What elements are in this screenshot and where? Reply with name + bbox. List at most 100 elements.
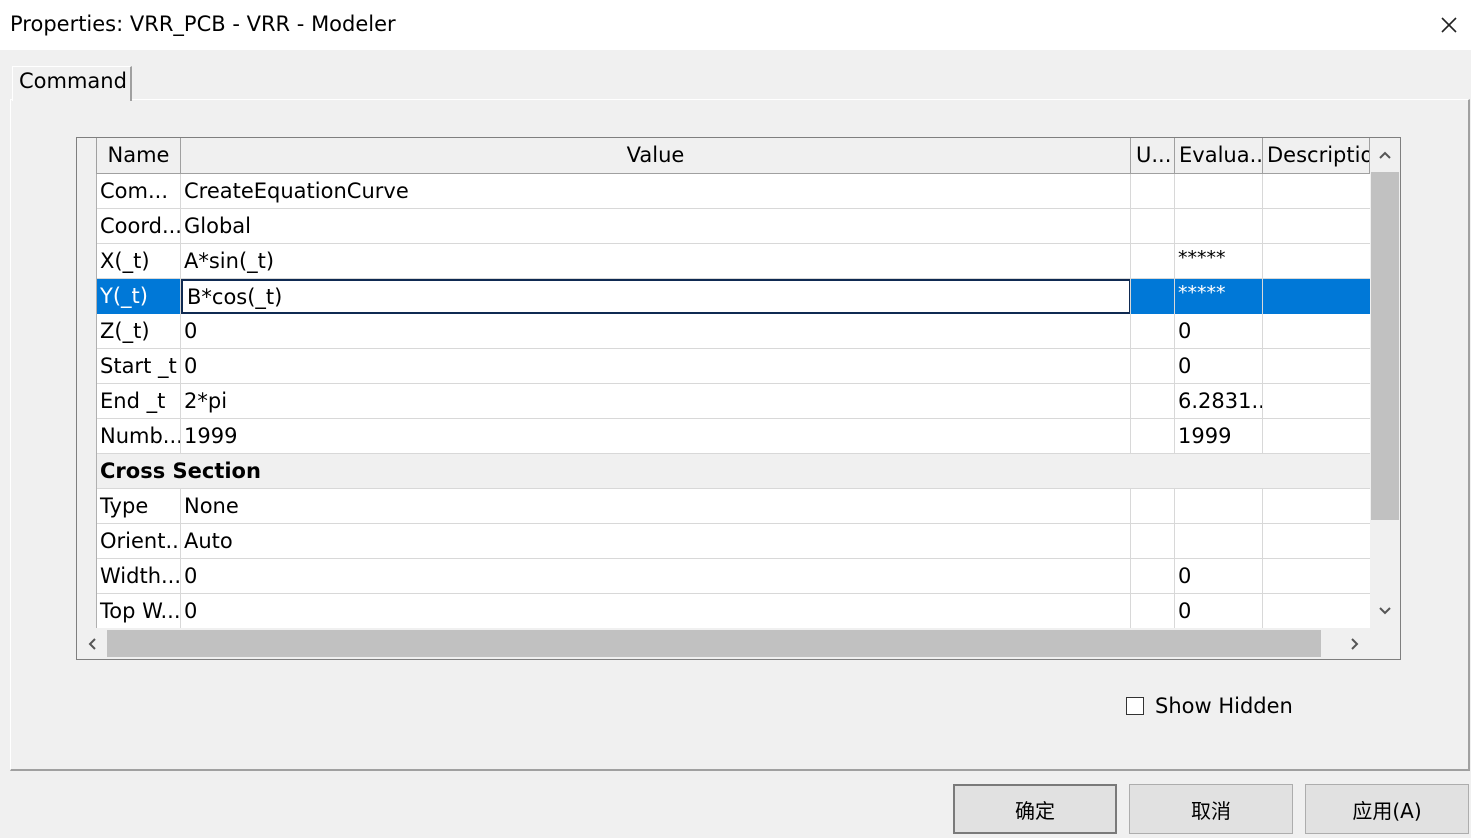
column-header-unit[interactable]: U... [1131,138,1175,174]
cell-description[interactable] [1263,279,1370,314]
row-header[interactable] [77,244,97,279]
table-row[interactable]: Orient... Auto [77,524,1370,559]
cell-name[interactable]: Numb... [97,419,181,454]
cell-value[interactable]: A*sin(_t) [181,244,1131,279]
ok-button[interactable]: 确定 [953,784,1117,834]
close-button[interactable] [1427,0,1471,50]
table-row[interactable]: Coord... Global [77,209,1370,244]
checkbox-box[interactable] [1126,697,1144,715]
row-header[interactable] [77,594,97,628]
cell-name[interactable]: Coord... [97,209,181,244]
tab-command[interactable]: Command [12,66,132,101]
show-hidden-label[interactable]: Show Hidden [1155,694,1293,718]
cell-value[interactable]: 0 [181,559,1131,594]
show-hidden-checkbox[interactable]: Show Hidden [1126,692,1293,720]
cell-description[interactable] [1263,524,1370,559]
cell-description[interactable] [1263,349,1370,384]
cell-unit[interactable] [1131,314,1175,349]
cell-value[interactable]: 0 [181,314,1131,349]
row-header[interactable] [77,524,97,559]
table-row[interactable]: Start _t 0 0 [77,349,1370,384]
cell-name[interactable]: Type [97,489,181,524]
scroll-down-button[interactable] [1370,594,1400,628]
cell-name[interactable]: X(_t) [97,244,181,279]
vertical-scrollbar[interactable] [1370,138,1400,628]
table-row[interactable]: End _t 2*pi 6.2831... [77,384,1370,419]
cell-unit[interactable] [1131,559,1175,594]
cell-unit[interactable] [1131,244,1175,279]
cell-name[interactable]: Y(_t) [97,279,181,314]
cell-value[interactable]: 2*pi [181,384,1131,419]
column-header-evaluated[interactable]: Evalua... [1175,138,1263,174]
scroll-right-button[interactable] [1340,628,1370,659]
cell-description[interactable] [1263,559,1370,594]
table-row[interactable]: Type None [77,489,1370,524]
row-header[interactable] [77,489,97,524]
row-header[interactable] [77,314,97,349]
row-header[interactable] [77,384,97,419]
cell-unit[interactable] [1131,349,1175,384]
cell-value[interactable]: 0 [181,594,1131,628]
cell-description[interactable] [1263,209,1370,244]
cell-value[interactable]: None [181,489,1131,524]
cell-value[interactable] [181,279,1131,314]
row-header[interactable] [77,419,97,454]
cell-value[interactable]: 1999 [181,419,1131,454]
table-row[interactable]: Top W... 0 0 [77,594,1370,628]
row-header[interactable] [77,174,97,209]
horizontal-scrollbar[interactable] [77,628,1370,659]
table-row[interactable]: Width... 0 0 [77,559,1370,594]
cell-unit[interactable] [1131,209,1175,244]
horizontal-scroll-thumb[interactable] [107,630,1321,657]
cell-unit[interactable] [1131,594,1175,628]
row-header[interactable] [77,349,97,384]
cell-evaluated: 0 [1175,314,1263,349]
cell-value[interactable]: Global [181,209,1131,244]
cell-description[interactable] [1263,174,1370,209]
cell-description[interactable] [1263,314,1370,349]
cell-name[interactable]: End _t [97,384,181,419]
cell-description[interactable] [1263,594,1370,628]
row-header[interactable] [77,454,97,489]
cell-description[interactable] [1263,489,1370,524]
cell-name[interactable]: Width... [97,559,181,594]
scroll-up-button[interactable] [1370,138,1400,172]
cell-description[interactable] [1263,419,1370,454]
cell-name[interactable]: Start _t [97,349,181,384]
apply-button[interactable]: 应用(A) [1305,784,1469,834]
cell-description[interactable] [1263,244,1370,279]
cell-unit[interactable] [1131,279,1175,314]
column-header-description[interactable]: Descriptio [1263,138,1370,174]
row-header[interactable] [77,279,97,314]
vertical-scroll-thumb[interactable] [1371,172,1399,520]
cell-name[interactable]: Z(_t) [97,314,181,349]
cell-name[interactable]: Com... [97,174,181,209]
cell-unit[interactable] [1131,419,1175,454]
cell-description[interactable] [1263,384,1370,419]
cell-unit[interactable] [1131,489,1175,524]
column-header-value[interactable]: Value [181,138,1131,174]
cell-name[interactable]: Orient... [97,524,181,559]
cell-value[interactable]: 0 [181,349,1131,384]
cell-value[interactable]: Auto [181,524,1131,559]
value-edit-input[interactable] [181,279,1130,314]
table-row[interactable]: Numb... 1999 1999 [77,419,1370,454]
table-row[interactable]: Com... CreateEquationCurve [77,174,1370,209]
row-header[interactable] [77,209,97,244]
property-grid-body: Name Value U... Evalua... Descriptio Com… [77,138,1370,628]
cancel-button[interactable]: 取消 [1129,784,1293,834]
row-header[interactable] [77,559,97,594]
group-label: Cross Section [100,459,261,483]
table-row[interactable]: Z(_t) 0 0 [77,314,1370,349]
cell-unit[interactable] [1131,524,1175,559]
group-row-cross-section[interactable]: Cross Section [77,454,1370,489]
chevron-down-icon [1379,607,1391,615]
scroll-left-button[interactable] [77,628,107,659]
cell-value[interactable]: CreateEquationCurve [181,174,1131,209]
column-header-name[interactable]: Name [97,138,181,174]
cell-name[interactable]: Top W... [97,594,181,628]
cell-unit[interactable] [1131,384,1175,419]
table-row-selected[interactable]: Y(_t) ***** [77,279,1370,314]
cell-unit[interactable] [1131,174,1175,209]
table-row[interactable]: X(_t) A*sin(_t) ***** [77,244,1370,279]
